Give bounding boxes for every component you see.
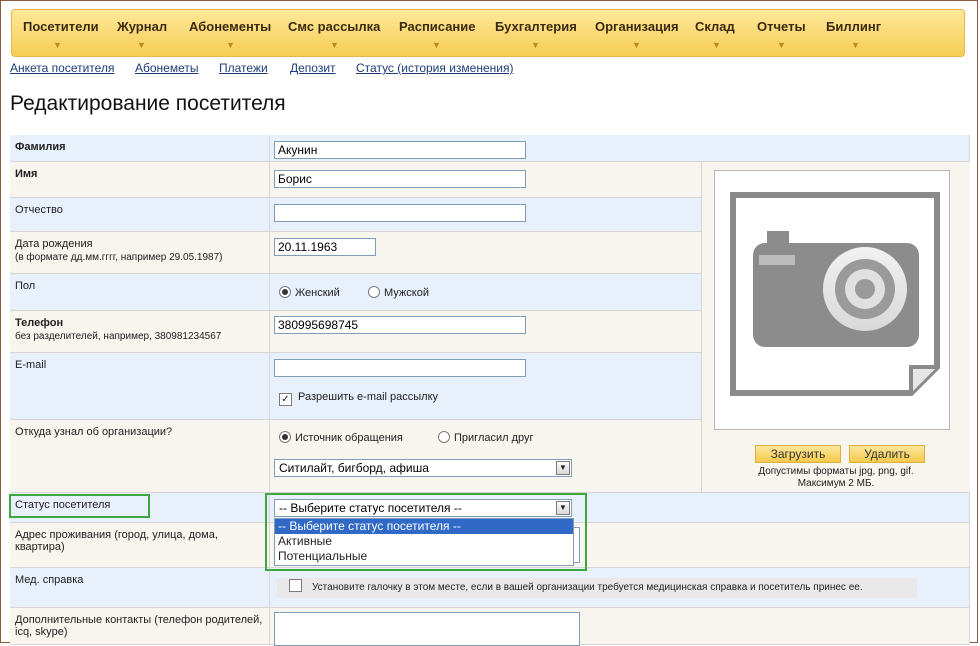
- gender-label: Пол: [15, 280, 36, 292]
- nav-warehouse[interactable]: Склад: [695, 19, 735, 34]
- nav-journal[interactable]: Журнал: [117, 19, 167, 34]
- phone-hint: без разделителей, например, 380981234567: [15, 331, 222, 342]
- photo-size-note: Максимум 2 МБ.: [797, 478, 875, 489]
- row-contacts: Дополнительные контакты (телефон родител…: [10, 608, 970, 646]
- firstname-input[interactable]: Борис: [274, 170, 526, 188]
- page-title: Редактирование посетителя: [10, 92, 286, 115]
- nav-billing[interactable]: Биллинг: [826, 19, 881, 34]
- gender-male-radio[interactable]: Мужской: [368, 286, 429, 299]
- chevron-down-icon: ▼: [137, 40, 146, 50]
- lastname-label: Фамилия: [15, 141, 66, 153]
- subnav-deposit[interactable]: Депозит: [290, 61, 336, 75]
- medical-label: Мед. справка: [15, 574, 84, 586]
- address-label: Адрес проживания (город, улица, дома, кв…: [15, 529, 218, 553]
- chevron-down-icon: ▼: [432, 40, 441, 50]
- nav-accounting[interactable]: Бухгалтерия: [495, 19, 577, 34]
- nav-visitors[interactable]: Посетители: [23, 19, 99, 34]
- lastname-input[interactable]: Акунин: [274, 141, 526, 159]
- photo-placeholder: [714, 170, 950, 430]
- chevron-down-icon: ▼: [226, 40, 235, 50]
- phone-label: Телефон: [15, 317, 64, 329]
- radio-empty-icon: [438, 431, 450, 443]
- subnav-payments[interactable]: Платежи: [219, 61, 268, 75]
- checkbox-empty-icon[interactable]: [289, 579, 302, 592]
- status-label-highlight: [9, 494, 150, 518]
- patronymic-input[interactable]: [274, 204, 526, 222]
- nav-subscriptions[interactable]: Абонементы: [189, 19, 271, 34]
- email-label: E-mail: [15, 359, 47, 371]
- chevron-down-icon: ▼: [330, 40, 339, 50]
- delete-photo-button[interactable]: Удалить: [849, 445, 925, 463]
- subnav-subscriptions[interactable]: Абонеметы: [135, 61, 199, 75]
- photo-format-note: Допустимы форматы jpg, png, gif.: [758, 466, 914, 477]
- nav-schedule[interactable]: Расписание: [399, 19, 476, 34]
- dropdown-arrow-icon[interactable]: ▼: [556, 461, 570, 475]
- contacts-label: Дополнительные контакты (телефон родител…: [15, 614, 263, 638]
- source-select[interactable]: Ситилайт, бигборд, афиша ▼: [274, 459, 572, 477]
- status-dropdown-list[interactable]: -- Выберите статус посетителя -- Активны…: [274, 518, 574, 566]
- chevron-down-icon: ▼: [531, 40, 540, 50]
- contacts-textarea[interactable]: [274, 612, 580, 646]
- nav-organization[interactable]: Организация: [595, 19, 679, 34]
- subnav-visitor-profile[interactable]: Анкета посетителя: [10, 61, 114, 75]
- camera-icon: [730, 192, 940, 396]
- status-option[interactable]: Активные: [275, 534, 573, 549]
- birthdate-input[interactable]: 20.11.1963: [274, 238, 376, 256]
- subnav-status-history[interactable]: Статус (история изменения): [356, 61, 513, 75]
- chevron-down-icon: ▼: [851, 40, 860, 50]
- radio-selected-icon: [279, 431, 291, 443]
- medical-checkbox-text: Установите галочку в этом месте, если в …: [312, 582, 863, 593]
- email-input[interactable]: [274, 359, 526, 377]
- chevron-down-icon: ▼: [712, 40, 721, 50]
- firstname-label: Имя: [15, 168, 38, 180]
- status-option[interactable]: Потенциальные: [275, 549, 573, 564]
- phone-input[interactable]: 380995698745: [274, 316, 526, 334]
- checkbox-checked-icon: ✓: [279, 393, 292, 406]
- patronymic-label: Отчество: [15, 204, 63, 216]
- radio-selected-icon: [279, 286, 291, 298]
- photo-panel: Загрузить Удалить Допустимы форматы jpg,…: [702, 162, 970, 493]
- birthdate-label: Дата рождения: [15, 238, 93, 250]
- top-navigation: Посетители Журнал Абонементы Смс рассылк…: [11, 9, 965, 57]
- birthdate-hint: (в формате дд.мм.гггг, например 29.05.19…: [15, 252, 223, 263]
- source-label: Откуда узнал об организации?: [15, 426, 173, 438]
- medical-checkbox-area[interactable]: Установите галочку в этом месте, если в …: [277, 578, 917, 598]
- source-friend-radio[interactable]: Пригласил друг: [438, 431, 534, 444]
- row-lastname: Фамилия Акунин: [10, 135, 970, 162]
- nav-sms[interactable]: Смс рассылка: [288, 19, 380, 34]
- upload-photo-button[interactable]: Загрузить: [755, 445, 841, 463]
- nav-reports[interactable]: Отчеты: [757, 19, 806, 34]
- status-option[interactable]: -- Выберите статус посетителя --: [275, 519, 573, 534]
- allow-email-checkbox[interactable]: ✓ Разрешить e-mail рассылку: [279, 391, 438, 406]
- chevron-down-icon: ▼: [53, 40, 62, 50]
- gender-female-radio[interactable]: Женский: [279, 286, 340, 299]
- source-request-radio[interactable]: Источник обращения: [279, 431, 403, 444]
- chevron-down-icon: ▼: [777, 40, 786, 50]
- radio-empty-icon: [368, 286, 380, 298]
- row-medical: Мед. справка Установите галочку в этом м…: [10, 568, 970, 608]
- chevron-down-icon: ▼: [632, 40, 641, 50]
